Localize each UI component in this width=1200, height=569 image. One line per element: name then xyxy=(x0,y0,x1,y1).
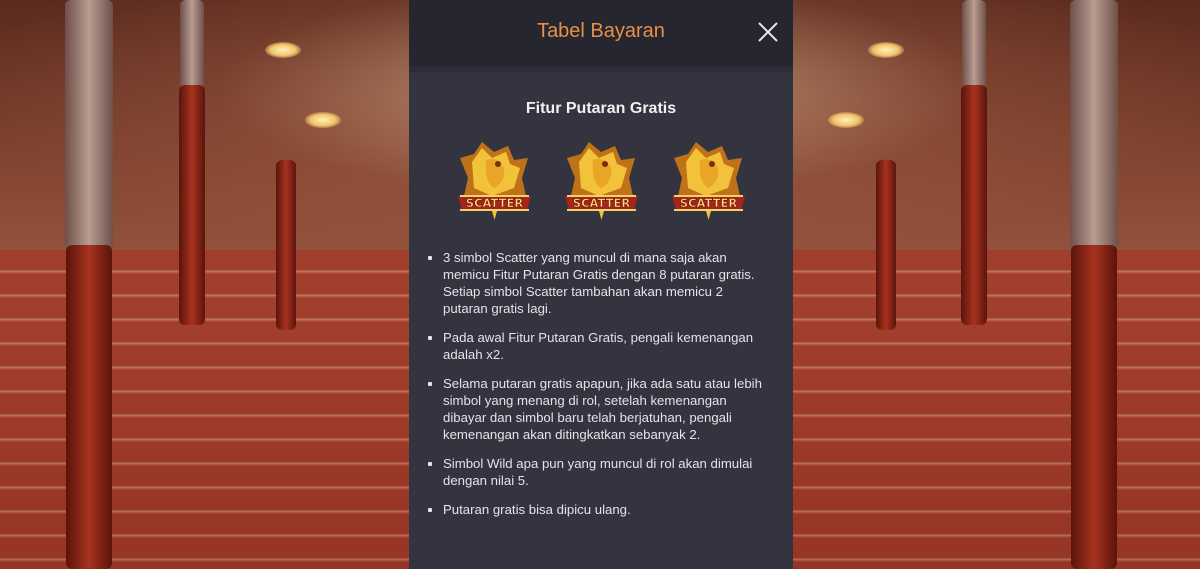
svg-text:SCATTER: SCATTER xyxy=(465,196,523,210)
rule-item: 3 simbol Scatter yang muncul di mana saj… xyxy=(428,249,769,317)
ceiling-lamp xyxy=(828,112,864,128)
svg-text:SCATTER: SCATTER xyxy=(572,196,630,210)
pillar xyxy=(179,85,205,325)
scatter-symbol-row: SCATTER SCATTER SCATTER xyxy=(409,138,793,223)
rule-item: Putaran gratis bisa dipicu ulang. xyxy=(428,501,769,518)
rule-item: Selama putaran gratis apapun, jika ada s… xyxy=(428,375,769,443)
rules-list: 3 simbol Scatter yang muncul di mana saj… xyxy=(409,249,793,518)
section-title: Fitur Putaran Gratis xyxy=(525,100,677,117)
svg-text:SCATTER: SCATTER xyxy=(679,196,737,210)
pillar xyxy=(180,0,204,90)
pillar xyxy=(876,160,896,330)
rule-item: Pada awal Fitur Putaran Gratis, pengali … xyxy=(428,329,769,363)
pillar xyxy=(66,245,112,569)
paytable-panel: Tabel Bayaran Fitur Putaran Gratis SCATT… xyxy=(409,0,793,569)
rule-item: Simbol Wild apa pun yang muncul di rol a… xyxy=(428,455,769,489)
scatter-rooster-icon: SCATTER xyxy=(666,138,751,223)
pillar xyxy=(961,85,987,325)
ceiling-lamp xyxy=(265,42,301,58)
pillar xyxy=(276,160,296,330)
scatter-rooster-icon: SCATTER xyxy=(559,138,644,223)
close-button[interactable] xyxy=(755,19,781,45)
pillar xyxy=(1071,245,1117,569)
ceiling-lamp xyxy=(868,42,904,58)
scatter-rooster-icon: SCATTER xyxy=(452,138,537,223)
panel-header: Tabel Bayaran xyxy=(409,0,793,72)
pillar xyxy=(1070,0,1118,250)
close-icon xyxy=(758,22,778,42)
ceiling-lamp xyxy=(305,112,341,128)
pillar xyxy=(65,0,113,250)
pillar xyxy=(962,0,986,90)
panel-title: Tabel Bayaran xyxy=(537,20,665,42)
